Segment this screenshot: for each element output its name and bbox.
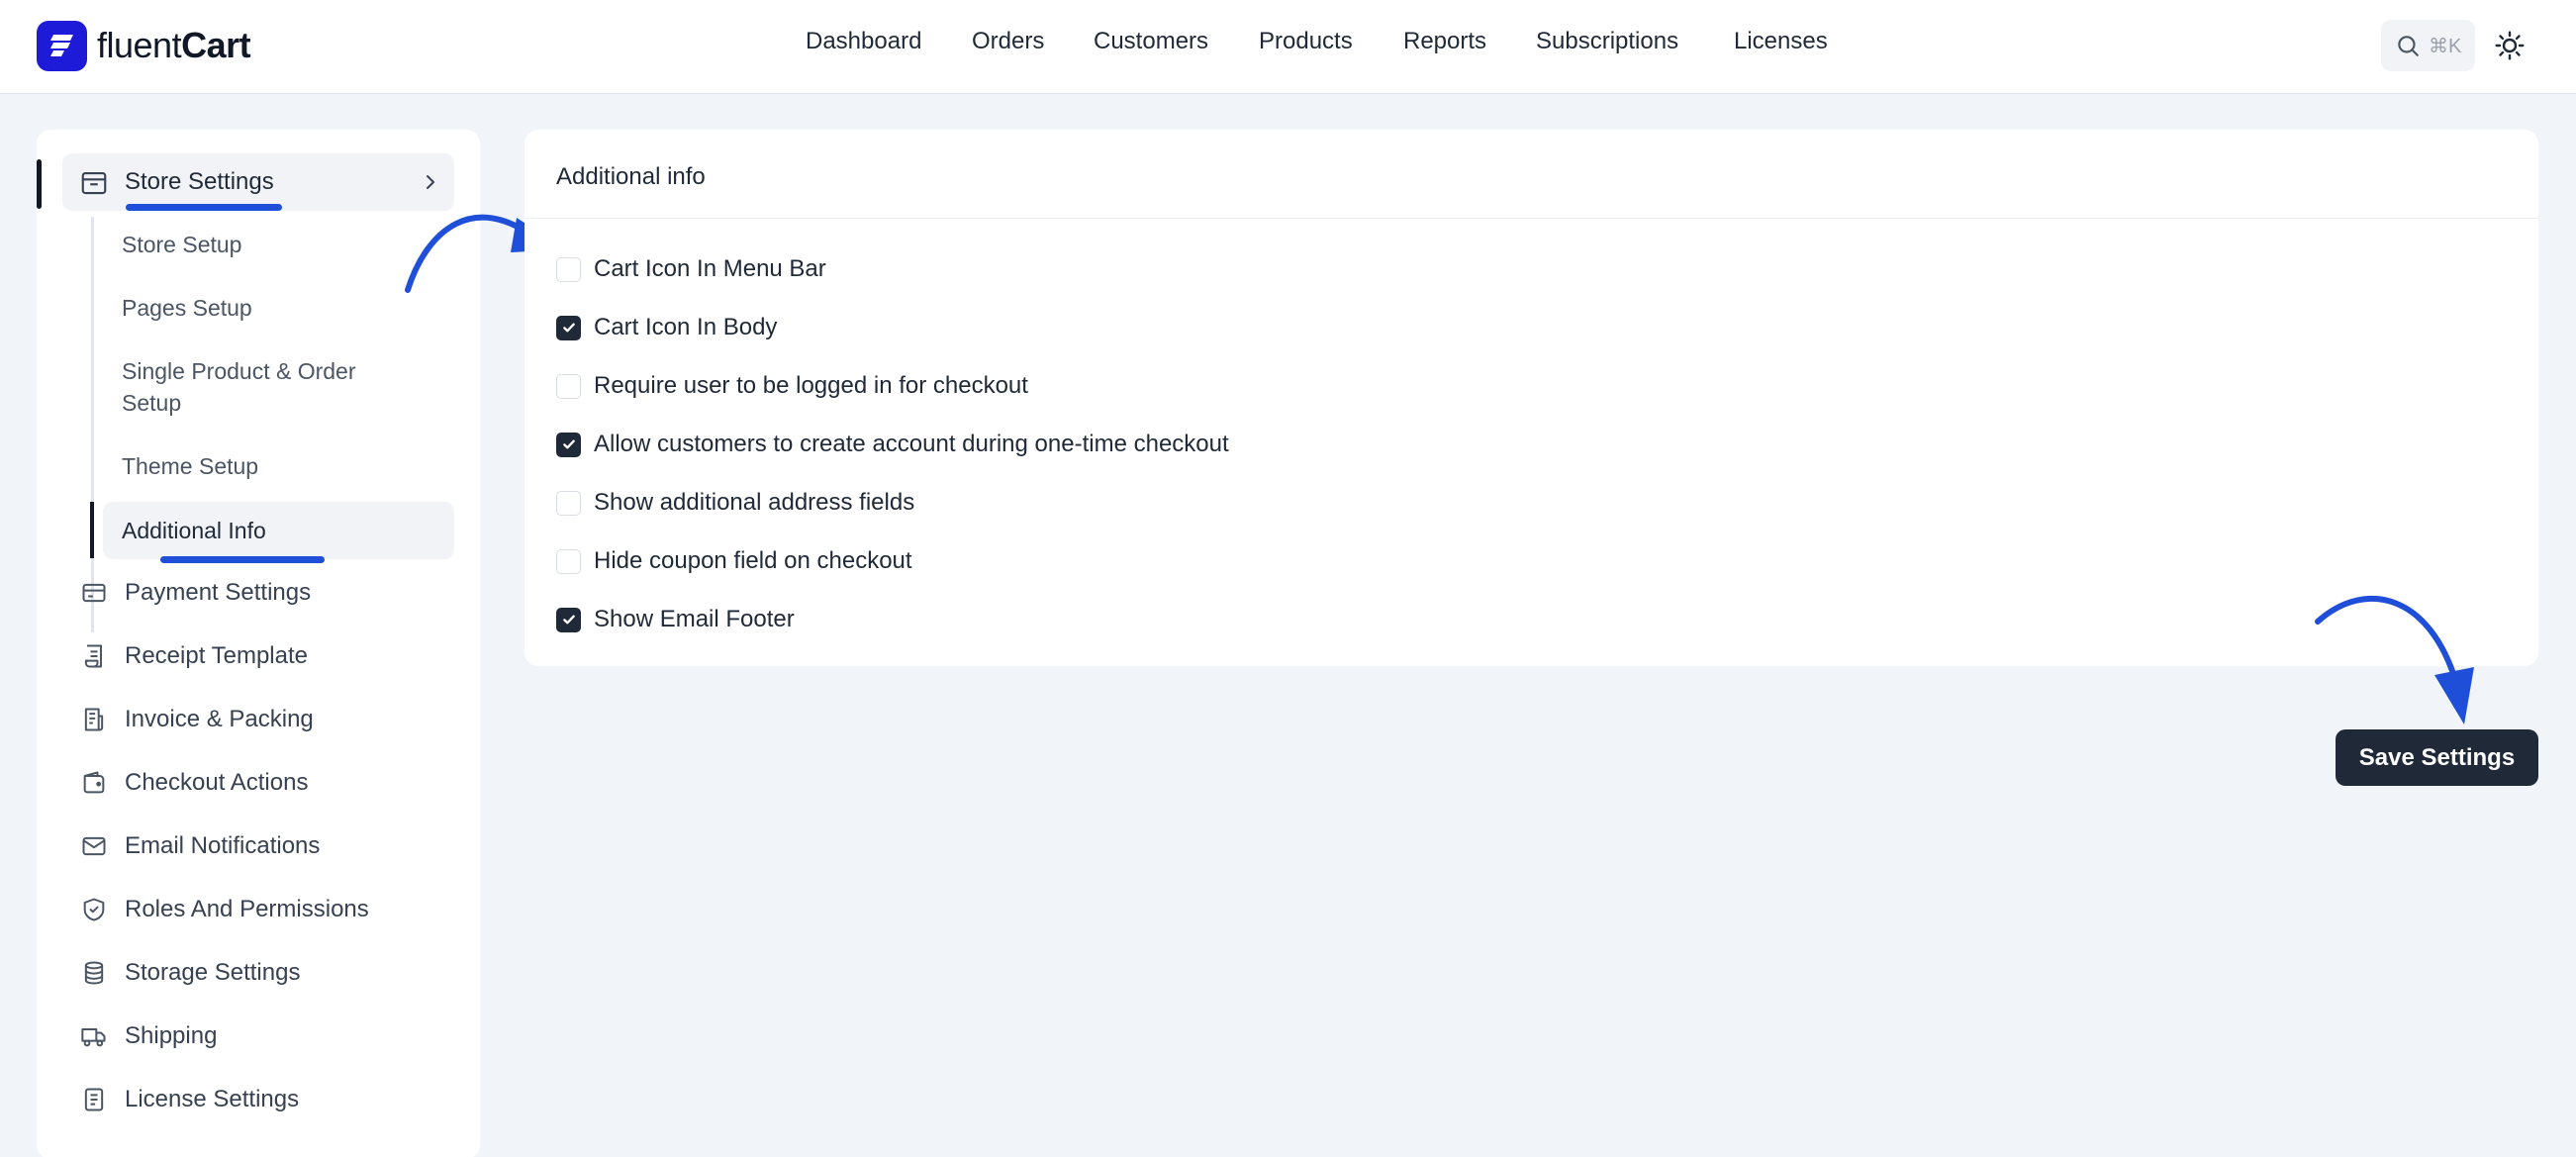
sidebar-item-store-setup[interactable]: Store Setup bbox=[122, 229, 419, 260]
annotation-arrow-icon bbox=[2315, 595, 2474, 724]
option-label: Require user to be logged in for checkou… bbox=[594, 372, 1028, 399]
sidebar-item-label: Receipt Template bbox=[125, 642, 308, 669]
nav-licenses[interactable]: Licenses bbox=[1734, 28, 1828, 55]
store-icon bbox=[81, 171, 107, 195]
checkbox-unchecked[interactable] bbox=[556, 373, 581, 399]
option-label: Hide coupon field on checkout bbox=[594, 547, 912, 574]
highlight-underline bbox=[160, 556, 325, 563]
sidebar-item-label: Invoice & Packing bbox=[125, 706, 314, 732]
save-settings-button[interactable]: Save Settings bbox=[2336, 729, 2538, 786]
shield-icon bbox=[83, 898, 105, 921]
search-button[interactable]: ⌘K bbox=[2381, 20, 2475, 71]
sun-icon[interactable] bbox=[2494, 30, 2526, 61]
sidebar-active-indicator bbox=[37, 159, 42, 209]
sidebar-item-label: Checkout Actions bbox=[125, 769, 309, 796]
divider bbox=[525, 218, 2538, 219]
top-bar: fluentCart Dashboard Orders Customers Pr… bbox=[0, 0, 2576, 94]
search-shortcut: ⌘K bbox=[2429, 35, 2462, 57]
checkbox-checked[interactable] bbox=[556, 432, 581, 457]
submenu-active-indicator bbox=[90, 502, 94, 558]
option-hide-coupon-field[interactable]: Hide coupon field on checkout bbox=[556, 544, 912, 578]
sidebar-item-label: Storage Settings bbox=[125, 959, 301, 986]
search-icon bbox=[2398, 36, 2419, 56]
sidebar-item-checkout-actions[interactable]: Checkout Actions bbox=[79, 763, 308, 803]
checkbox-checked[interactable] bbox=[556, 607, 581, 632]
option-label: Allow customers to create account during… bbox=[594, 431, 1229, 457]
checkmark-icon bbox=[562, 439, 575, 449]
sidebar-item-additional-info[interactable]: Additional Info bbox=[122, 515, 419, 546]
option-label: Cart Icon In Menu Bar bbox=[594, 255, 826, 282]
sidebar-item-receipt-template[interactable]: Receipt Template bbox=[79, 636, 308, 676]
sidebar-item-shipping[interactable]: Shipping bbox=[79, 1016, 217, 1056]
checkbox-unchecked[interactable] bbox=[556, 256, 581, 282]
credit-card-icon bbox=[82, 583, 106, 603]
sidebar-item-label: Shipping bbox=[125, 1022, 218, 1049]
nav-orders[interactable]: Orders bbox=[972, 28, 1044, 55]
sidebar-item-label: Email Notifications bbox=[125, 832, 321, 859]
sidebar-item-single-product-order-setup[interactable]: Single Product & Order Setup bbox=[122, 355, 389, 419]
checkmark-icon bbox=[562, 615, 575, 625]
submenu-guide-line bbox=[91, 217, 94, 632]
option-label: Cart Icon In Body bbox=[594, 314, 778, 340]
sidebar-item-email-notifications[interactable]: Email Notifications bbox=[79, 826, 320, 866]
sidebar-item-label: License Settings bbox=[125, 1086, 300, 1112]
sidebar-item-pages-setup[interactable]: Pages Setup bbox=[122, 292, 419, 324]
main-nav: Dashboard Orders Customers Products Repo… bbox=[0, 0, 2576, 91]
mail-icon bbox=[82, 836, 106, 856]
nav-dashboard[interactable]: Dashboard bbox=[806, 28, 921, 55]
sidebar-item-payment-settings[interactable]: Payment Settings bbox=[79, 573, 311, 613]
sidebar-item-theme-setup[interactable]: Theme Setup bbox=[122, 450, 419, 482]
checkbox-unchecked[interactable] bbox=[556, 548, 581, 574]
sidebar-item-label: Store Settings bbox=[125, 168, 274, 195]
database-icon bbox=[84, 961, 104, 985]
panel-title: Additional info bbox=[556, 163, 706, 190]
sidebar-item-label: Roles And Permissions bbox=[125, 896, 369, 922]
checkbox-unchecked[interactable] bbox=[556, 490, 581, 516]
option-show-email-footer[interactable]: Show Email Footer bbox=[556, 603, 795, 636]
option-additional-address-fields[interactable]: Show additional address fields bbox=[556, 486, 914, 520]
brand-name: fluentCart bbox=[97, 25, 251, 65]
receipt-icon bbox=[84, 644, 102, 668]
chevron-right-icon bbox=[427, 175, 434, 189]
sidebar-item-storage-settings[interactable]: Storage Settings bbox=[79, 953, 300, 993]
highlight-underline bbox=[126, 204, 282, 211]
option-label: Show additional address fields bbox=[594, 489, 915, 516]
invoice-icon bbox=[84, 708, 104, 731]
nav-subscriptions[interactable]: Subscriptions bbox=[1536, 28, 1678, 55]
fluentcart-logo-icon bbox=[37, 20, 87, 71]
sidebar-item-invoice-packing[interactable]: Invoice & Packing bbox=[79, 700, 314, 739]
option-allow-create-account[interactable]: Allow customers to create account during… bbox=[556, 428, 1229, 461]
checkmark-icon bbox=[562, 323, 575, 333]
additional-info-panel: Additional info Cart Icon In Menu Bar Ca… bbox=[525, 130, 2538, 666]
brand-logo[interactable]: fluentCart bbox=[37, 20, 251, 71]
nav-reports[interactable]: Reports bbox=[1403, 28, 1486, 55]
option-cart-icon-menu-bar[interactable]: Cart Icon In Menu Bar bbox=[556, 252, 826, 286]
document-icon bbox=[84, 1088, 104, 1111]
checkbox-checked[interactable] bbox=[556, 315, 581, 340]
truck-icon bbox=[81, 1028, 106, 1047]
nav-products[interactable]: Products bbox=[1259, 28, 1353, 55]
nav-customers[interactable]: Customers bbox=[1094, 28, 1208, 55]
wallet-icon bbox=[83, 771, 105, 794]
option-label: Show Email Footer bbox=[594, 606, 795, 632]
sidebar-item-label: Payment Settings bbox=[125, 579, 312, 606]
sidebar-item-license-settings[interactable]: License Settings bbox=[79, 1080, 299, 1119]
sidebar-item-roles-permissions[interactable]: Roles And Permissions bbox=[79, 890, 369, 929]
option-cart-icon-body[interactable]: Cart Icon In Body bbox=[556, 311, 777, 344]
option-require-login[interactable]: Require user to be logged in for checkou… bbox=[556, 369, 1028, 403]
